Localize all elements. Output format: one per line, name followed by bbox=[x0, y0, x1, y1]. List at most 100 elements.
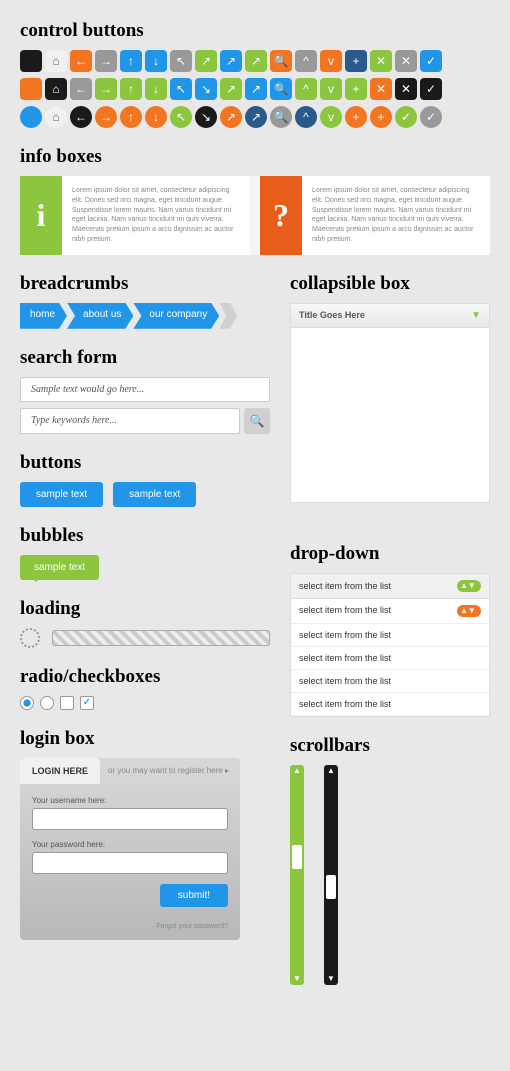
scroll-thumb[interactable] bbox=[292, 845, 302, 869]
control-icon[interactable]: ^ bbox=[295, 78, 317, 100]
scroll-down-icon[interactable]: ▼ bbox=[290, 973, 304, 985]
collapsible-title: Title Goes Here bbox=[299, 310, 365, 320]
control-icon[interactable]: 🔍 bbox=[270, 50, 292, 72]
breadcrumb-item[interactable]: our company bbox=[133, 303, 219, 329]
control-icon[interactable] bbox=[20, 106, 42, 128]
control-icon[interactable]: ⌂ bbox=[45, 50, 67, 72]
radio-unchecked[interactable] bbox=[40, 696, 54, 710]
control-icon[interactable]: ↗ bbox=[245, 50, 267, 72]
control-icon[interactable]: ↘ bbox=[195, 106, 217, 128]
dropdown-header[interactable]: select item from the list ▲▼ bbox=[291, 574, 489, 599]
sample-button[interactable]: sample text bbox=[20, 482, 103, 507]
forgot-password-link[interactable]: Forgot your password? bbox=[20, 919, 240, 940]
control-icon[interactable]: v bbox=[320, 106, 342, 128]
collapsible-section: collapsible box Title Goes Here ▼ bbox=[290, 273, 490, 503]
control-icon[interactable]: ↑ bbox=[120, 78, 142, 100]
control-icon[interactable]: ^ bbox=[295, 106, 317, 128]
control-icon[interactable]: ^ bbox=[295, 50, 317, 72]
dropdown-item[interactable]: select item from the list bbox=[291, 693, 489, 716]
checkbox-unchecked[interactable] bbox=[60, 696, 74, 710]
control-icon[interactable]: → bbox=[95, 50, 117, 72]
spinner-icon bbox=[20, 628, 40, 648]
control-icon[interactable]: + bbox=[370, 106, 392, 128]
scrollbar-black[interactable]: ▲ ▼ bbox=[324, 765, 338, 985]
password-input[interactable] bbox=[32, 852, 228, 874]
control-icon[interactable]: ↖ bbox=[170, 106, 192, 128]
search-button[interactable]: 🔍 bbox=[244, 408, 270, 434]
breadcrumb-item[interactable]: about us bbox=[67, 303, 133, 329]
control-icon[interactable]: + bbox=[345, 106, 367, 128]
control-icon[interactable]: → bbox=[95, 106, 117, 128]
control-icon[interactable]: ↓ bbox=[145, 50, 167, 72]
dropdown-item[interactable]: select item from the list bbox=[291, 624, 489, 647]
control-icon[interactable]: ✓ bbox=[395, 106, 417, 128]
info-text: Lorem ipsum dolor sit amet, consectetur … bbox=[62, 176, 250, 255]
speech-bubble: sample text bbox=[20, 555, 99, 580]
control-icon[interactable]: ✓ bbox=[420, 50, 442, 72]
control-icon[interactable]: ✓ bbox=[420, 78, 442, 100]
control-icon[interactable]: ↓ bbox=[145, 106, 167, 128]
control-icon[interactable]: + bbox=[345, 78, 367, 100]
control-icon[interactable]: ↗ bbox=[195, 50, 217, 72]
control-icon[interactable] bbox=[20, 78, 42, 100]
search-input[interactable]: Type keywords here... bbox=[20, 408, 240, 434]
scroll-thumb[interactable] bbox=[326, 875, 336, 899]
control-icon[interactable]: ↗ bbox=[220, 50, 242, 72]
control-icon[interactable]: → bbox=[95, 78, 117, 100]
control-icon[interactable]: ↖ bbox=[170, 78, 192, 100]
control-icon[interactable]: ↗ bbox=[220, 106, 242, 128]
checkbox-checked[interactable]: ✓ bbox=[80, 696, 94, 710]
scroll-up-icon[interactable]: ▲ bbox=[290, 765, 304, 777]
submit-button[interactable]: submit! bbox=[160, 884, 228, 907]
control-icon[interactable]: ← bbox=[70, 106, 92, 128]
sample-button[interactable]: sample text bbox=[113, 482, 196, 507]
control-icon[interactable]: ✓ bbox=[420, 106, 442, 128]
control-icon[interactable]: ✕ bbox=[395, 50, 417, 72]
progress-bar bbox=[52, 630, 270, 646]
username-input[interactable] bbox=[32, 808, 228, 830]
breadcrumb-item[interactable]: home bbox=[20, 303, 67, 329]
control-icon[interactable]: + bbox=[345, 50, 367, 72]
scroll-down-icon[interactable]: ▼ bbox=[324, 973, 338, 985]
control-icon[interactable]: ← bbox=[70, 78, 92, 100]
control-icon[interactable]: 🔍 bbox=[270, 78, 292, 100]
control-icon[interactable]: v bbox=[320, 50, 342, 72]
dropdown-item[interactable]: select item from the list ▲▼ bbox=[291, 599, 489, 624]
login-tab[interactable]: LOGIN HERE bbox=[20, 758, 100, 784]
control-icon[interactable]: ↘ bbox=[195, 78, 217, 100]
dropdown-item[interactable]: select item from the list bbox=[291, 670, 489, 693]
search-input[interactable]: Sample text would go here... bbox=[20, 377, 270, 402]
collapsible-box: Title Goes Here ▼ bbox=[290, 303, 490, 503]
heading-bubbles: bubbles bbox=[20, 525, 270, 547]
control-icon[interactable]: ↗ bbox=[245, 78, 267, 100]
control-icon[interactable]: ✕ bbox=[395, 78, 417, 100]
scroll-up-icon[interactable]: ▲ bbox=[324, 765, 338, 777]
control-icon[interactable]: 🔍 bbox=[270, 106, 292, 128]
control-icon[interactable]: ✕ bbox=[370, 78, 392, 100]
control-icon[interactable]: ↖ bbox=[170, 50, 192, 72]
control-icon[interactable]: ↗ bbox=[220, 78, 242, 100]
breadcrumb-arrow bbox=[219, 303, 237, 329]
radio-checked[interactable] bbox=[20, 696, 34, 710]
control-icon[interactable]: ⌂ bbox=[45, 106, 67, 128]
register-link[interactable]: or you may want to register here ▸ bbox=[100, 758, 237, 783]
breadcrumbs-section: breadcrumbs home about us our company bbox=[20, 273, 270, 329]
control-icon[interactable]: ↑ bbox=[120, 106, 142, 128]
info-icon: i bbox=[20, 176, 62, 255]
control-icon[interactable]: ✕ bbox=[370, 50, 392, 72]
control-icon[interactable]: ← bbox=[70, 50, 92, 72]
question-icon: ? bbox=[260, 176, 302, 255]
search-section: search form Sample text would go here...… bbox=[20, 347, 270, 434]
control-icon[interactable]: ↗ bbox=[245, 106, 267, 128]
control-icon[interactable] bbox=[20, 50, 42, 72]
collapsible-header[interactable]: Title Goes Here ▼ bbox=[291, 304, 489, 328]
dropdown-item[interactable]: select item from the list bbox=[291, 647, 489, 670]
dropdown-toggle-icon[interactable]: ▲▼ bbox=[457, 580, 481, 592]
control-icon[interactable]: v bbox=[320, 78, 342, 100]
control-icon[interactable]: ↑ bbox=[120, 50, 142, 72]
control-icon[interactable]: ⌂ bbox=[45, 78, 67, 100]
control-icon[interactable]: ↓ bbox=[145, 78, 167, 100]
info-boxes-section: info boxes i Lorem ipsum dolor sit amet,… bbox=[20, 146, 490, 255]
scrollbar-green[interactable]: ▲ ▼ bbox=[290, 765, 304, 985]
dropdown-toggle-icon[interactable]: ▲▼ bbox=[457, 605, 481, 617]
